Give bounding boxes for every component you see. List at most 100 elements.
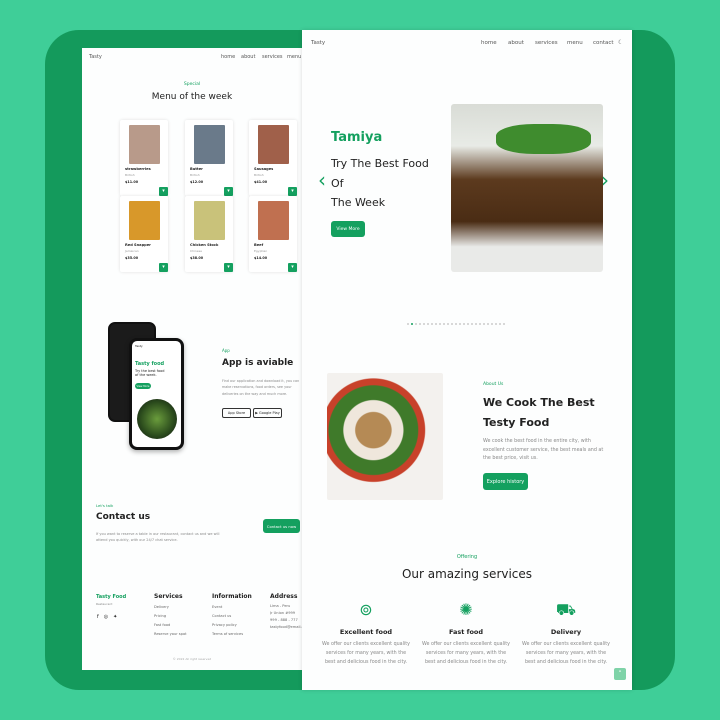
slider-dot[interactable] — [491, 323, 493, 325]
menu-card[interactable]: Butter British $12.00 ▾ — [185, 120, 233, 196]
service-title: Excellent food — [339, 628, 393, 636]
phone-button: View More — [135, 383, 151, 389]
slider-dot[interactable] — [467, 323, 469, 325]
address-line: tastyfood@email.com — [270, 625, 302, 629]
cart-icon[interactable]: ▾ — [288, 263, 297, 272]
menu-card[interactable]: Beef Egyptian $14.00 ▾ — [249, 196, 297, 272]
contact-title: Contact us — [96, 512, 151, 522]
nav-menu[interactable]: menu — [287, 54, 301, 60]
cart-icon[interactable]: ▾ — [159, 187, 168, 196]
slider-dot[interactable] — [471, 323, 473, 325]
menu-eyebrow: Special — [183, 82, 201, 87]
slider-dots — [406, 318, 506, 325]
slider-dot[interactable] — [419, 323, 421, 325]
slider-dot[interactable] — [451, 323, 453, 325]
slider-dot[interactable] — [407, 323, 409, 325]
cart-icon[interactable]: ▾ — [224, 263, 233, 272]
service-text: We offer our clients excellent quality s… — [522, 642, 610, 665]
hero-food-name: Tamiya — [331, 130, 383, 145]
slider-dot[interactable] — [439, 323, 441, 325]
plate-cutlery-icon: ⊚ — [359, 600, 373, 619]
food-origin: Egyptian — [254, 249, 268, 253]
nav-about[interactable]: about — [508, 40, 524, 46]
food-origin: Jamaican — [125, 249, 139, 253]
menu-card[interactable]: Red Snapper Jamaican $35.00 ▾ — [120, 196, 168, 272]
explore-history-button[interactable]: Explore history — [483, 473, 528, 490]
slider-dot[interactable] — [463, 323, 465, 325]
slider-dot[interactable] — [455, 323, 457, 325]
nav-about[interactable]: about — [241, 54, 255, 60]
nav-services[interactable]: services — [262, 54, 283, 60]
moon-icon[interactable]: ☾ — [618, 39, 623, 46]
cart-icon[interactable]: ▾ — [224, 187, 233, 196]
brand[interactable]: Tasty — [311, 40, 325, 46]
app-eyebrow: App — [222, 348, 230, 353]
left-page: Tasty home about services menu Special M… — [82, 48, 302, 670]
services-title: Our amazing services — [401, 567, 533, 581]
slider-dot[interactable] — [487, 323, 489, 325]
pizza-icon: ✺ — [459, 600, 473, 619]
nav-home[interactable]: home — [221, 54, 235, 60]
slider-dot[interactable] — [427, 323, 429, 325]
slider-dot[interactable] — [415, 323, 417, 325]
service-title: Delivery — [550, 628, 582, 636]
right-page: Tasty home about services menu contact ☾… — [302, 30, 632, 690]
hero-headline: Try The Best Food Of The Week — [331, 154, 429, 213]
instagram-icon[interactable]: ◎ — [104, 614, 108, 620]
slider-dot[interactable] — [447, 323, 449, 325]
food-name: Beef — [254, 243, 264, 247]
chevron-left-icon[interactable]: ‹ — [318, 168, 326, 192]
footer-link[interactable]: Pricing — [154, 612, 187, 621]
twitter-icon[interactable]: ✦ — [113, 614, 117, 620]
footer-link[interactable]: Reserve your spot — [154, 630, 187, 639]
slider-dot[interactable] — [503, 323, 505, 325]
food-origin: Chinese — [190, 249, 202, 253]
cart-icon[interactable]: ▾ — [288, 187, 297, 196]
falafel-image — [451, 104, 603, 272]
slider-dot[interactable] — [443, 323, 445, 325]
nav-menu[interactable]: menu — [567, 40, 583, 46]
footer-link[interactable]: Terms of services — [212, 630, 252, 639]
contact-button[interactable]: Contact us now — [263, 519, 300, 533]
slider-dot[interactable] — [475, 323, 477, 325]
footer-link[interactable]: Fast food — [154, 621, 187, 630]
nav-home[interactable]: home — [481, 40, 497, 46]
service-fast-food: ✺ Fast food We offer our clients excelle… — [421, 600, 511, 667]
slider-dot[interactable] — [495, 323, 497, 325]
footer-link[interactable]: Delivery — [154, 603, 187, 612]
address-line: 999 - 888 - 777 — [270, 618, 298, 622]
footer-link[interactable]: Privacy policy — [212, 621, 252, 630]
slider-dot[interactable] — [431, 323, 433, 325]
slider-dot[interactable] — [479, 323, 481, 325]
app-store-button[interactable]: App Store — [222, 408, 251, 418]
chevron-up-icon[interactable]: ˄ — [614, 668, 626, 680]
view-more-button[interactable]: View More — [331, 221, 365, 237]
slider-dot[interactable] — [499, 323, 501, 325]
food-price: $41.00 — [254, 180, 268, 184]
cart-icon[interactable]: ▾ — [159, 263, 168, 272]
food-origin: British — [190, 173, 200, 177]
phone-text: Try the best food of the week. — [135, 369, 165, 377]
brand[interactable]: Tasty — [89, 54, 102, 60]
menu-card[interactable]: Sausages British $41.00 ▾ — [249, 120, 297, 196]
nav-services[interactable]: services — [535, 40, 558, 46]
facebook-icon[interactable]: f — [97, 614, 99, 620]
slider-dot[interactable] — [483, 323, 485, 325]
nav-contact[interactable]: contact — [593, 40, 614, 46]
app-title: App is aviable — [222, 358, 294, 368]
service-excellent-food: ⊚ Excellent food We offer our clients ex… — [321, 600, 411, 667]
menu-card[interactable]: strawberries British $11.00 ▾ — [120, 120, 168, 196]
slider-dot[interactable] — [423, 323, 425, 325]
food-image — [194, 201, 225, 240]
food-name: Chicken Stock — [190, 243, 219, 247]
slider-dot[interactable] — [459, 323, 461, 325]
slider-dot[interactable] — [411, 323, 413, 325]
menu-card[interactable]: Chicken Stock Chinese $38.00 ▾ — [185, 196, 233, 272]
food-price: $12.00 — [190, 180, 204, 184]
footer-link[interactable]: Event — [212, 603, 252, 612]
phone-brand: Tasty — [135, 344, 143, 348]
footer-link[interactable]: Contact us — [212, 612, 252, 621]
hero-line-1: Try The Best Food — [331, 157, 429, 170]
slider-dot[interactable] — [435, 323, 437, 325]
google-play-button[interactable]: ▶ Google Play — [253, 408, 282, 418]
